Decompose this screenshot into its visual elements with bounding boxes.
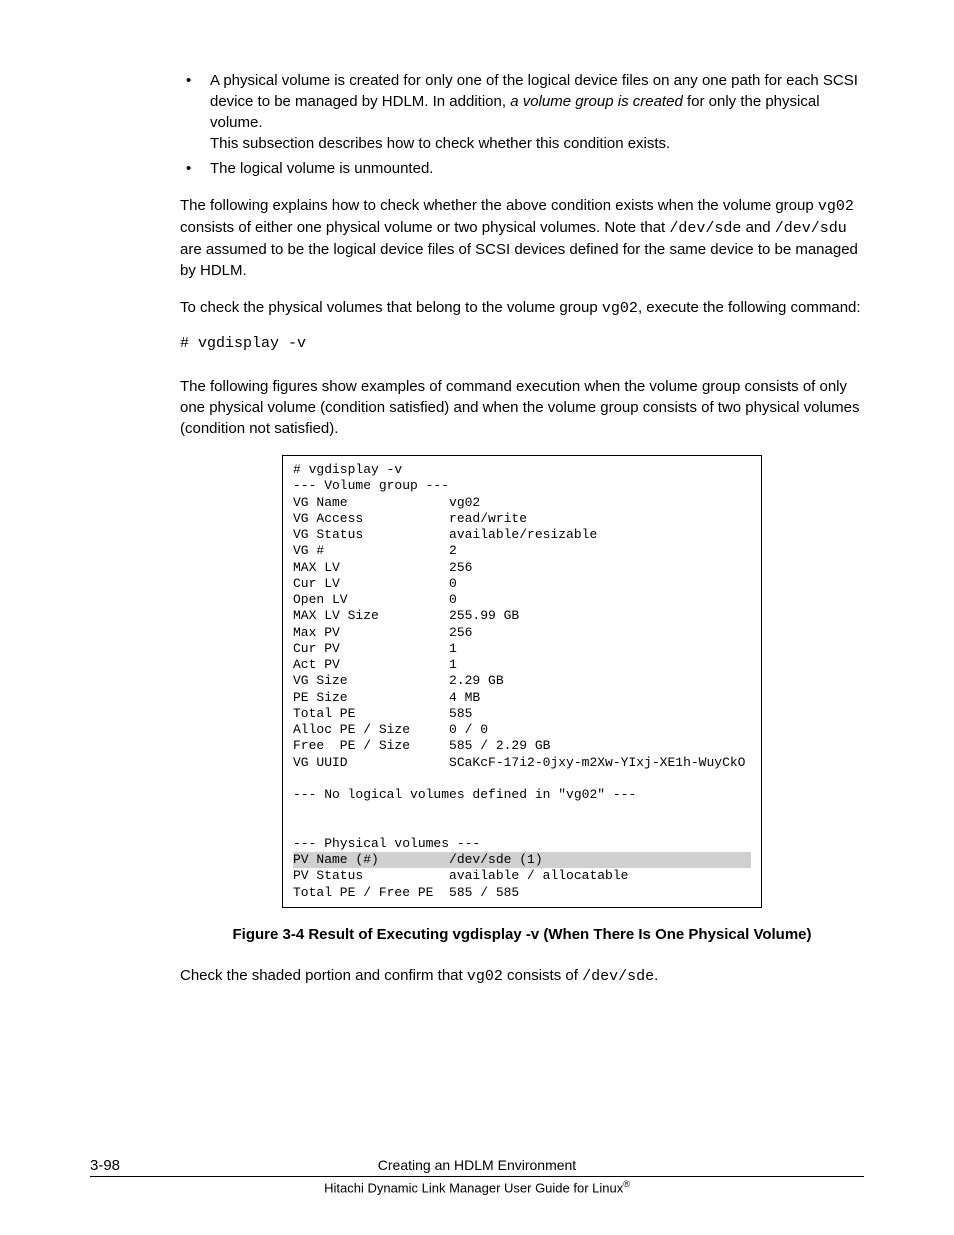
paragraph-1: The following explains how to check whet…: [180, 195, 864, 281]
p2-m1: vg02: [602, 300, 638, 317]
vg-line: VG UUID SCaKcF-17i2-0jxy-m2Xw-YIxj-XE1h-…: [293, 755, 751, 771]
vg-line: MAX LV 256: [293, 560, 751, 576]
vg-line: PE Size 4 MB: [293, 690, 751, 706]
vgdisplay-output-box: # vgdisplay -v --- Volume group --- VG N…: [282, 455, 762, 908]
vg-line: Act PV 1: [293, 657, 751, 673]
vg-line: Total PE / Free PE 585 / 585: [293, 885, 751, 901]
p4-m1: vg02: [467, 968, 503, 985]
vg-line: VG Access read/write: [293, 511, 751, 527]
vg-line: Cur PV 1: [293, 641, 751, 657]
vg-line: Free PE / Size 585 / 2.29 GB: [293, 738, 751, 754]
vg-line: Cur LV 0: [293, 576, 751, 592]
p1-t2: consists of either one physical volume o…: [180, 219, 669, 236]
p1-t4: are assumed to be the logical device fil…: [180, 241, 858, 279]
vg-line-shaded: PV Name (#) /dev/sde (1): [293, 852, 751, 868]
bullet-item-2: The logical volume is unmounted.: [180, 158, 864, 179]
vg-line: VG Status available/resizable: [293, 527, 751, 543]
vg-line: VG Size 2.29 GB: [293, 673, 751, 689]
command-block: # vgdisplay -v: [180, 335, 864, 352]
p1-m3: /dev/sdu: [775, 220, 847, 237]
paragraph-3: The following figures show examples of c…: [180, 376, 864, 439]
bullet-list: A physical volume is created for only on…: [180, 70, 864, 179]
page-number: 3-98: [90, 1157, 180, 1174]
vg-line: [293, 803, 751, 819]
paragraph-4: Check the shaded portion and confirm tha…: [180, 965, 864, 987]
bullet-1-italic: a volume group is created: [510, 93, 683, 110]
vg-line: Max PV 256: [293, 625, 751, 641]
vg-line: VG # 2: [293, 543, 751, 559]
footer-section-title: Creating an HDLM Environment: [180, 1157, 774, 1173]
vg-line: [293, 771, 751, 787]
p2-t1: To check the physical volumes that belon…: [180, 299, 602, 316]
vg-line: PV Status available / allocatable: [293, 868, 751, 884]
vg-line: Total PE 585: [293, 706, 751, 722]
figure-caption: Figure 3-4 Result of Executing vgdisplay…: [180, 924, 864, 945]
bullet-1-sub: This subsection describes how to check w…: [210, 133, 864, 154]
vg-line: # vgdisplay -v: [293, 462, 751, 478]
p1-m2: /dev/sde: [669, 220, 741, 237]
footer-doc-title: Hitachi Dynamic Link Manager User Guide …: [90, 1179, 864, 1195]
p1-t3: and: [741, 219, 774, 236]
p2-t2: , execute the following command:: [638, 299, 861, 316]
vg-line: MAX LV Size 255.99 GB: [293, 608, 751, 624]
registered-icon: ®: [623, 1179, 630, 1189]
paragraph-2: To check the physical volumes that belon…: [180, 297, 864, 319]
p4-t1: Check the shaded portion and confirm tha…: [180, 967, 467, 984]
bullet-item-1: A physical volume is created for only on…: [180, 70, 864, 154]
p4-t2: consists of: [503, 967, 582, 984]
p1-m1: vg02: [818, 198, 854, 215]
p4-t3: .: [654, 967, 658, 984]
vg-line: [293, 820, 751, 836]
vg-line: VG Name vg02: [293, 495, 751, 511]
vg-line: Open LV 0: [293, 592, 751, 608]
vg-line: --- No logical volumes defined in "vg02"…: [293, 787, 751, 803]
vg-line: --- Volume group ---: [293, 478, 751, 494]
p4-m2: /dev/sde: [582, 968, 654, 985]
p1-t1: The following explains how to check whet…: [180, 197, 818, 214]
page-footer: 3-98 Creating an HDLM Environment Hitach…: [90, 1157, 864, 1195]
footer-doc-title-text: Hitachi Dynamic Link Manager User Guide …: [324, 1180, 623, 1195]
vg-line: --- Physical volumes ---: [293, 836, 751, 852]
vg-line: Alloc PE / Size 0 / 0: [293, 722, 751, 738]
